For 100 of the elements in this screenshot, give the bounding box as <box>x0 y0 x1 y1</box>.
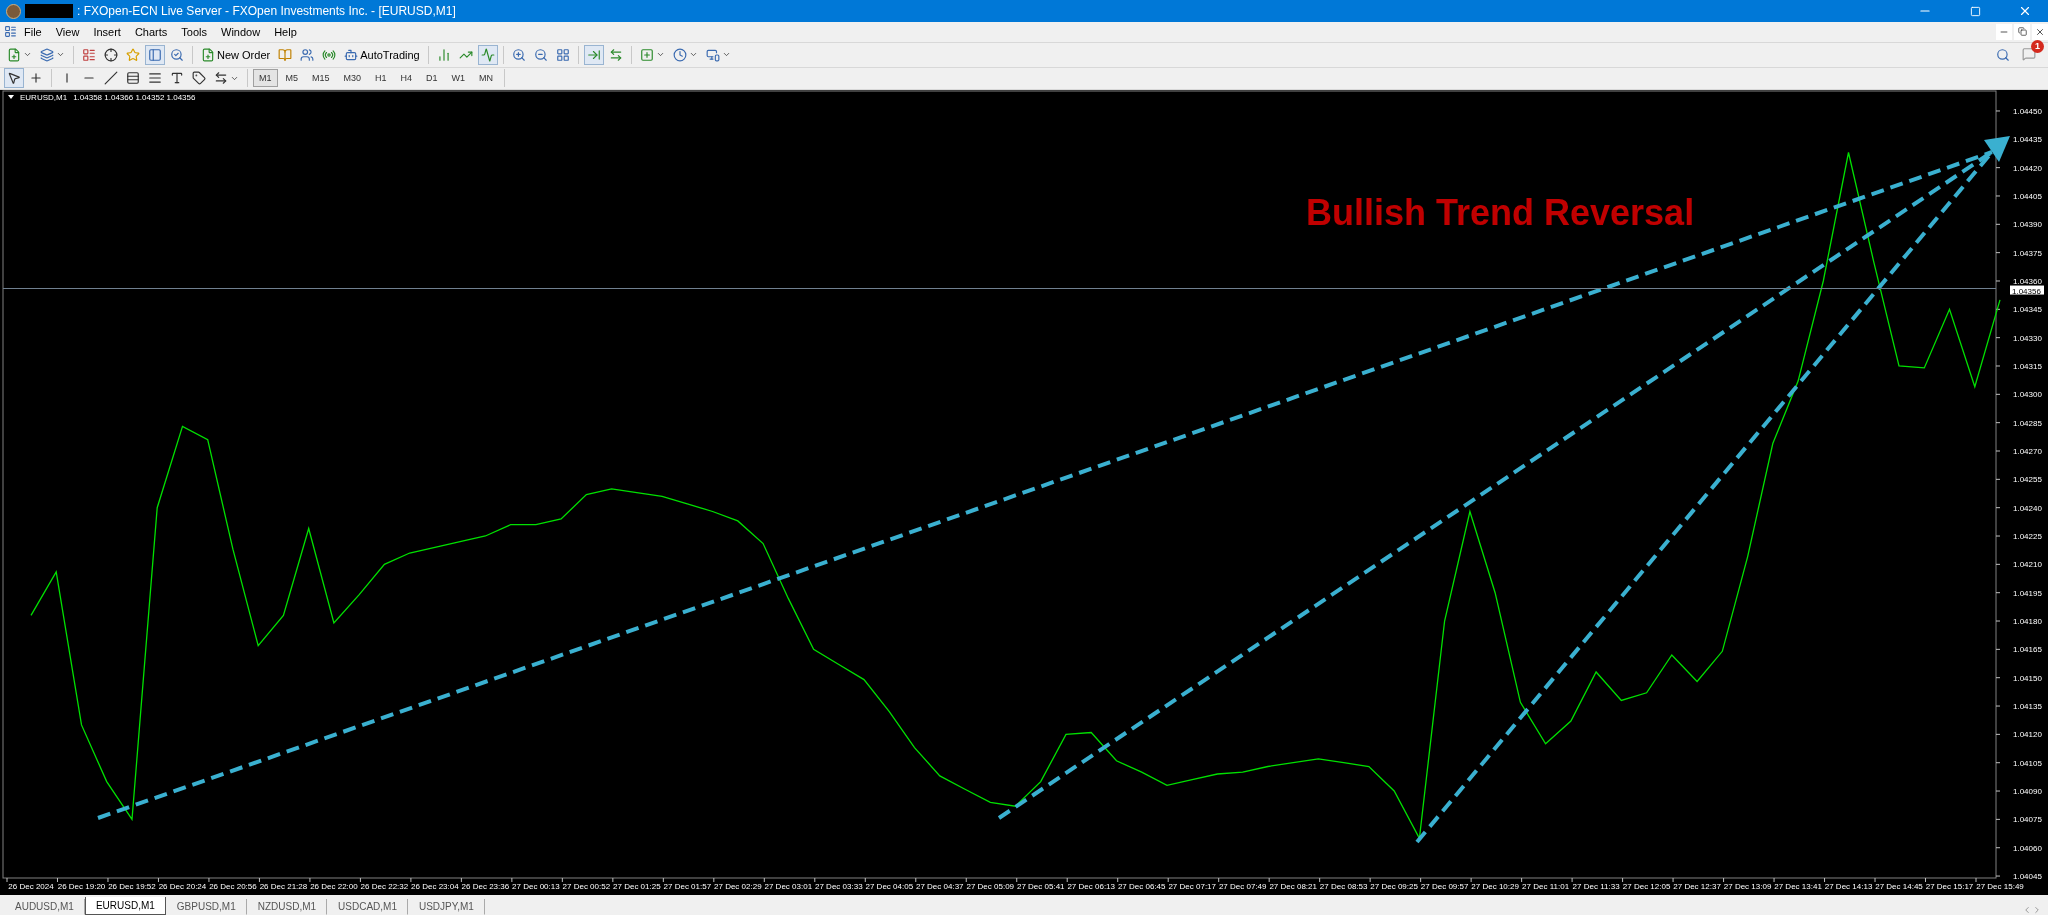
time-label: 27 Dec 07:49 <box>1218 881 1267 891</box>
timeframe-button[interactable]: M1 <box>253 69 278 88</box>
price-label: 1.04300 <box>2013 390 2042 400</box>
robot-icon <box>344 47 359 62</box>
time-label: 27 Dec 14:13 <box>1824 881 1873 891</box>
time-label: 27 Dec 01:57 <box>663 881 712 891</box>
price-label: 1.04180 <box>2013 616 2042 626</box>
menu-item[interactable]: Window <box>214 23 268 40</box>
timeframe-button[interactable]: M15 <box>306 69 336 88</box>
time-label: 26 Dec 22:32 <box>360 881 409 891</box>
price-label: 1.04405 <box>2013 191 2042 201</box>
price-label: 1.04240 <box>2013 503 2042 513</box>
chat-icon[interactable] <box>2022 46 2036 61</box>
redacted-block <box>25 4 73 18</box>
bid-price-tag: 1.04356 <box>2010 285 2044 296</box>
price-label: 1.04075 <box>2013 815 2042 825</box>
price-label: 1.04360 <box>2013 276 2042 286</box>
timeframe-button[interactable]: W1 <box>445 69 472 88</box>
time-label: 27 Dec 00:52 <box>562 881 611 891</box>
time-label: 27 Dec 03:33 <box>815 881 863 891</box>
time-label: 27 Dec 04:37 <box>915 881 964 891</box>
chart-tab[interactable]: USDJPY,M1 <box>407 899 485 915</box>
time-label: 27 Dec 12:05 <box>1622 881 1671 891</box>
timeframe-button[interactable]: M5 <box>279 69 305 88</box>
price-label: 1.04375 <box>2013 248 2042 258</box>
time-label: 27 Dec 08:53 <box>1319 881 1368 891</box>
chart-tab[interactable]: AUDUSD,M1 <box>4 899 85 915</box>
menu-item[interactable]: Help <box>267 23 304 40</box>
file-plus-icon <box>201 47 215 62</box>
time-label: 27 Dec 05:41 <box>1016 881 1065 891</box>
price-label: 1.04165 <box>2013 645 2042 655</box>
panel-icon[interactable] <box>145 44 165 65</box>
menu-item[interactable]: Insert <box>86 23 128 40</box>
time-label: 27 Dec 07:17 <box>1168 881 1216 891</box>
time-label: 26 Dec 19:52 <box>108 881 156 891</box>
time-label: 26 Dec 20:56 <box>209 881 257 891</box>
time-label: 27 Dec 13:09 <box>1723 881 1772 891</box>
timeframe-button[interactable]: H4 <box>394 69 419 88</box>
app-icon <box>6 3 21 19</box>
time-label: 26 Dec 19:20 <box>57 881 106 891</box>
price-label: 1.04060 <box>2013 843 2042 853</box>
caret-icon[interactable] <box>8 95 14 100</box>
timeframe-button[interactable]: D1 <box>420 69 444 88</box>
price-label: 1.04270 <box>2013 446 2042 456</box>
time-label: 27 Dec 00:13 <box>512 881 560 891</box>
chart-tab[interactable]: GBPUSD,M1 <box>165 899 247 915</box>
time-label: 27 Dec 10:29 <box>1471 881 1519 891</box>
timeframe-button[interactable]: H1 <box>369 69 393 88</box>
price-label: 1.04150 <box>2013 673 2042 683</box>
time-label: 27 Dec 03:01 <box>764 881 813 891</box>
timeframe-button[interactable]: M30 <box>337 69 368 88</box>
time-label: 26 Dec 23:04 <box>411 881 459 891</box>
scroll-right-icon[interactable] <box>2032 905 2042 915</box>
menu-item[interactable]: View <box>48 23 87 40</box>
time-label: 27 Dec 02:29 <box>714 881 762 891</box>
minimize-button[interactable] <box>1996 23 2012 40</box>
time-label: 27 Dec 05:09 <box>966 881 1015 891</box>
price-label: 1.04045 <box>2013 871 2042 881</box>
price-label: 1.04315 <box>2013 361 2042 371</box>
menu-item[interactable]: Charts <box>127 23 175 40</box>
time-label: 27 Dec 12:37 <box>1673 881 1721 891</box>
close-icon <box>2035 26 2045 37</box>
chart-tab[interactable]: NZDUSD,M1 <box>246 899 328 915</box>
time-label: 27 Dec 01:25 <box>613 881 661 891</box>
price-label: 1.04345 <box>2013 305 2042 315</box>
price-label: 1.04420 <box>2013 163 2042 173</box>
chart-symbol: EURUSD,M1 <box>20 92 68 102</box>
chart-tab[interactable]: EURUSD,M1 <box>84 897 166 915</box>
time-label: 26 Dec 20:24 <box>158 881 207 891</box>
menu-item[interactable]: File <box>17 23 49 40</box>
search-icon[interactable] <box>1996 47 2010 62</box>
price-label: 1.04105 <box>2013 758 2042 768</box>
price-label: 1.04195 <box>2013 588 2042 598</box>
auto-scroll-icon[interactable] <box>583 44 604 65</box>
annotation-text: Bullish Trend Reversal <box>1306 191 1695 233</box>
price-label: 1.04135 <box>2013 701 2042 711</box>
close-button[interactable] <box>2032 23 2048 40</box>
cursor-icon[interactable] <box>4 68 24 89</box>
price-label: 1.04450 <box>2013 106 2042 116</box>
restore-button[interactable] <box>2014 23 2030 40</box>
price-label: 1.04255 <box>2013 475 2042 485</box>
window-title: : FXOpen-ECN Live Server - FXOpen Investments Inc. - [EURUSD,M1] <box>77 4 457 18</box>
price-label: 1.04390 <box>2013 220 2042 230</box>
time-label: 27 Dec 09:57 <box>1420 881 1469 891</box>
time-label: 26 Dec 22:00 <box>310 881 358 891</box>
time-label: 27 Dec 15:17 <box>1925 881 1974 891</box>
line-chart-icon[interactable] <box>477 44 498 65</box>
new-order-button[interactable]: New Order <box>198 44 274 65</box>
menu-item[interactable]: Tools <box>174 23 214 40</box>
time-label: 27 Dec 11:33 <box>1572 881 1620 891</box>
time-label: 26 Dec 21:28 <box>259 881 308 891</box>
time-label: 27 Dec 14:45 <box>1875 881 1923 891</box>
scroll-left-icon[interactable] <box>2022 905 2032 915</box>
time-label: 27 Dec 06:45 <box>1117 881 1166 891</box>
price-label: 1.04210 <box>2013 560 2042 570</box>
price-label: 1.04225 <box>2013 531 2042 541</box>
time-label: 27 Dec 13:41 <box>1774 881 1822 891</box>
chart-tab[interactable]: USDCAD,M1 <box>327 899 408 915</box>
auto-trading-button[interactable]: AutoTrading <box>341 44 423 65</box>
timeframe-button[interactable]: MN <box>473 69 500 88</box>
